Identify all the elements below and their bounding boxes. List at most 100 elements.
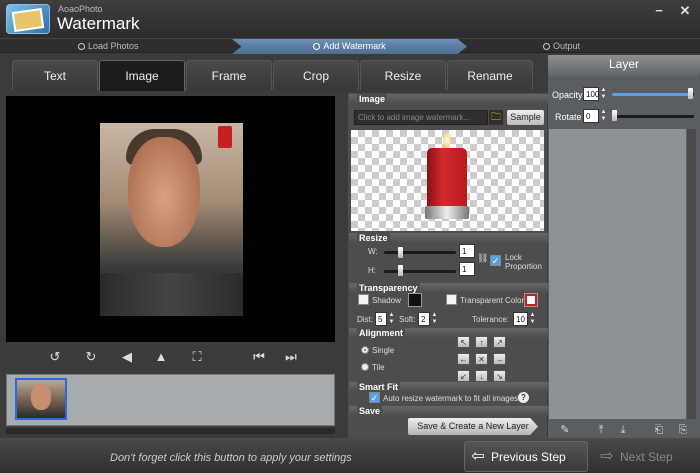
- align-top-left-button[interactable]: ↖: [457, 336, 470, 348]
- height-label: H:: [368, 266, 376, 275]
- next-step-button[interactable]: ⇨ Next Step: [594, 441, 700, 472]
- import-layer-icon[interactable]: ⎗: [650, 422, 668, 438]
- dist-spinner[interactable]: ▲ ▼: [387, 312, 396, 326]
- shadow-label: Shadow: [372, 296, 401, 305]
- smart-fit-checkbox[interactable]: ✓: [369, 392, 380, 403]
- align-top-button[interactable]: ↑: [475, 336, 488, 348]
- edit-layer-icon[interactable]: ✎: [556, 422, 574, 438]
- app-title: Watermark: [57, 14, 140, 33]
- preview-photo: [100, 123, 243, 316]
- sample-button[interactable]: Sample: [507, 110, 544, 125]
- layer-list[interactable]: [549, 129, 686, 419]
- layer-panel-title: Layer: [548, 55, 700, 77]
- thumbnail-item[interactable]: [15, 378, 67, 420]
- opacity-spinner[interactable]: ▲ ▼: [599, 87, 608, 101]
- opacity-slider-handle[interactable]: [688, 88, 693, 99]
- previous-image-icon[interactable]: ⏮: [250, 349, 268, 365]
- align-right-button[interactable]: →: [493, 353, 506, 365]
- layer-list-scrollbar[interactable]: [687, 129, 696, 419]
- height-slider-handle[interactable]: [398, 265, 403, 276]
- watermark-tabs: Text Image Frame Crop Resize Rename: [8, 60, 548, 91]
- height-input[interactable]: 1: [459, 262, 475, 276]
- width-slider[interactable]: [384, 251, 456, 254]
- rotate-label: Rotate: [555, 112, 582, 122]
- tab-rename[interactable]: Rename: [447, 60, 533, 90]
- tile-label: Tile: [372, 363, 385, 372]
- step-add-watermark[interactable]: Add Watermark: [232, 39, 467, 54]
- close-icon[interactable]: ✕: [676, 3, 694, 19]
- soft-spinner[interactable]: ▲ ▼: [430, 312, 439, 326]
- tab-text[interactable]: Text: [12, 60, 98, 90]
- photo-preview[interactable]: [6, 96, 335, 342]
- flip-horizontal-icon[interactable]: ◀: [118, 349, 136, 365]
- save-create-layer-button[interactable]: Save & Create a New Layer: [408, 418, 538, 435]
- help-icon[interactable]: ?: [518, 392, 529, 403]
- brand-small: AoaoPhoto: [58, 4, 103, 14]
- rotate-spinner[interactable]: ▲ ▼: [599, 109, 608, 123]
- tolerance-input[interactable]: 10: [513, 312, 528, 326]
- align-top-right-button[interactable]: ↗: [493, 336, 506, 348]
- align-bottom-left-button[interactable]: ↙: [457, 370, 470, 382]
- folder-open-icon[interactable]: 🗀: [489, 110, 503, 125]
- width-label: W:: [368, 247, 378, 256]
- move-up-icon[interactable]: ⤒: [592, 422, 610, 438]
- minimize-icon[interactable]: −: [650, 3, 668, 19]
- arrow-right-icon: ⇨: [600, 448, 614, 465]
- tab-resize[interactable]: Resize: [360, 60, 446, 90]
- step-load-photos[interactable]: Load Photos: [78, 39, 139, 54]
- tab-crop[interactable]: Crop: [273, 60, 359, 90]
- tolerance-spinner[interactable]: ▲ ▼: [528, 312, 537, 326]
- dist-label: Dist:: [357, 315, 373, 324]
- align-left-button[interactable]: ←: [457, 353, 470, 365]
- align-bottom-right-button[interactable]: ↘: [493, 370, 506, 382]
- thumbnail-scrollbar[interactable]: [6, 428, 335, 434]
- transparent-color-label: Transparent Color: [460, 296, 525, 305]
- single-label: Single: [372, 346, 395, 355]
- rotate-slider[interactable]: [612, 115, 694, 118]
- next-step-label: Next Step: [620, 450, 673, 464]
- section-transparency-title: Transparency: [349, 283, 548, 293]
- previous-step-label: Previous Step: [491, 450, 566, 464]
- thumbnail-strip: [6, 374, 335, 426]
- preview-toolbar: ↺ ↻ ◀ ▲ ⛶ ⏮ ⏭: [6, 346, 335, 368]
- step-output[interactable]: Output: [543, 39, 580, 54]
- soft-input[interactable]: 2: [418, 312, 430, 326]
- layer-toolbar: ✎ ⤒ ⤓ ⎗ ⎘: [548, 421, 700, 438]
- watermark-overlay[interactable]: [218, 126, 232, 148]
- transparent-color-checkbox[interactable]: [446, 294, 457, 305]
- rotate-left-icon[interactable]: ↺: [46, 349, 64, 365]
- shadow-color-swatch[interactable]: [408, 293, 422, 307]
- align-center-button[interactable]: ✕: [475, 353, 488, 365]
- section-resize-title: Resize: [349, 233, 548, 243]
- app-logo: [6, 4, 50, 34]
- arrow-left-icon: ⇦: [471, 448, 485, 465]
- flip-vertical-icon[interactable]: ▲: [152, 349, 170, 365]
- next-image-icon[interactable]: ⏭: [282, 349, 300, 365]
- move-down-icon[interactable]: ⤓: [614, 422, 632, 438]
- shadow-checkbox[interactable]: [358, 294, 369, 305]
- fit-screen-icon[interactable]: ⛶: [188, 349, 206, 365]
- tab-frame[interactable]: Frame: [186, 60, 272, 90]
- rotate-input[interactable]: 0: [583, 109, 599, 123]
- width-input[interactable]: 1: [459, 244, 475, 258]
- soft-label: Soft:: [399, 315, 416, 324]
- previous-step-button[interactable]: ⇦ Previous Step: [464, 441, 588, 472]
- transparent-color-swatch[interactable]: [524, 293, 538, 307]
- align-bottom-button[interactable]: ↓: [475, 370, 488, 382]
- tile-radio[interactable]: [361, 363, 369, 371]
- rotate-slider-handle[interactable]: [612, 110, 617, 121]
- rotate-right-icon[interactable]: ↻: [82, 349, 100, 365]
- single-radio[interactable]: [361, 346, 369, 354]
- section-save-title: Save: [349, 406, 548, 416]
- lock-proportion-checkbox[interactable]: ✓: [490, 255, 501, 266]
- watermark-file-input[interactable]: Click to add image watermark...: [354, 110, 488, 125]
- apply-hint-text: Don't forget click this button to apply …: [110, 452, 352, 464]
- tab-image[interactable]: Image: [99, 60, 185, 91]
- opacity-input[interactable]: 100: [583, 87, 599, 101]
- export-layer-icon[interactable]: ⎘: [674, 422, 692, 438]
- wizard-steps: Load Photos Add Watermark Output: [0, 38, 700, 54]
- section-smart-fit-title: Smart Fit: [349, 382, 548, 392]
- width-slider-handle[interactable]: [398, 247, 403, 258]
- height-slider[interactable]: [384, 270, 456, 273]
- dist-input[interactable]: 5: [375, 312, 387, 326]
